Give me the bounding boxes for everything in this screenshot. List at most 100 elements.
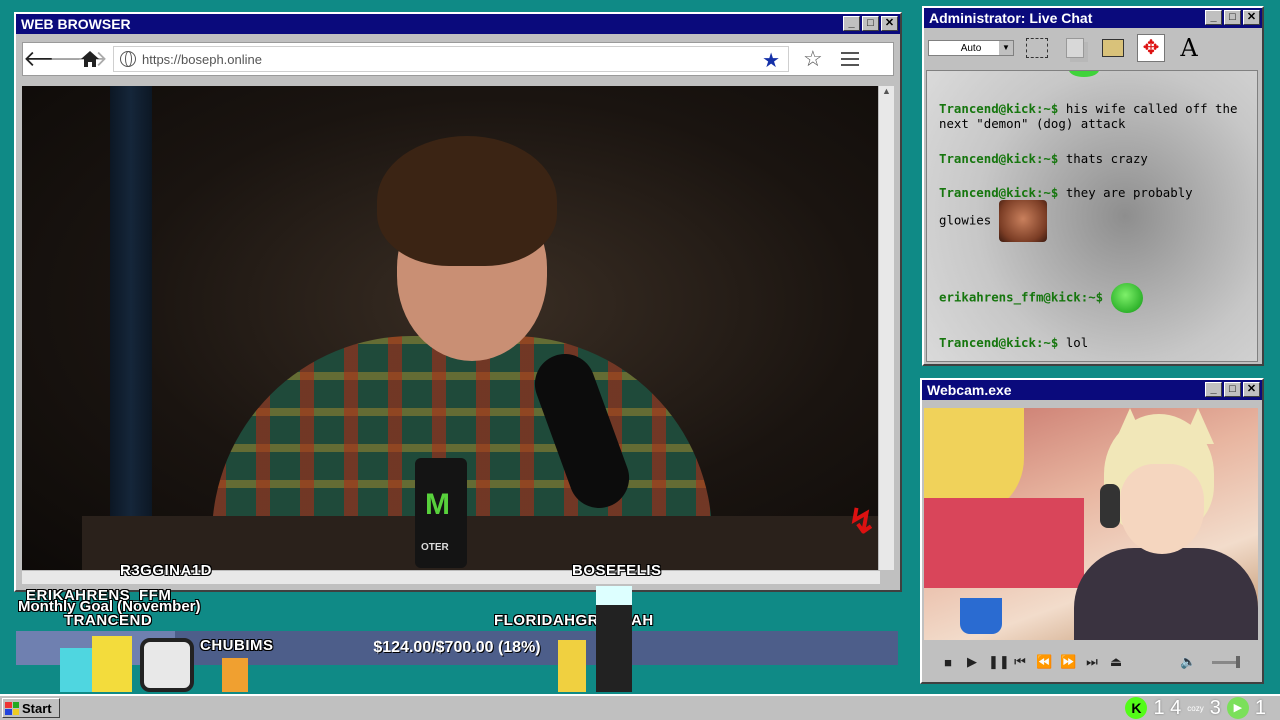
background-bed <box>924 498 1084 588</box>
start-button[interactable]: Start <box>2 698 60 718</box>
sprite-character <box>222 658 248 692</box>
chat-message: Trancend@kick:~$ lol <box>939 335 1251 350</box>
chat-message: erikahrens_ffm@kick:~$ <box>939 283 1251 313</box>
play-circle-icon[interactable]: ▶ <box>1226 697 1249 719</box>
copy-tool-button[interactable] <box>1060 33 1090 63</box>
viewer-count: 3 <box>1209 696 1221 719</box>
video-person-hair <box>377 136 557 266</box>
blue-mug <box>960 598 1002 634</box>
url-text: https://boseph.online <box>142 51 262 67</box>
sprite-character <box>92 636 132 692</box>
url-bar[interactable]: https://boseph.online ★ <box>113 46 789 72</box>
chat-username[interactable]: Trancend@kick:~$ <box>939 101 1058 116</box>
start-label: Start <box>22 700 52 716</box>
can-text: OTER <box>421 542 449 553</box>
avatar-body <box>1074 548 1258 640</box>
chevron-down-icon[interactable]: ▼ <box>999 41 1013 55</box>
globe-icon <box>120 51 136 67</box>
stop-icon[interactable]: ■ <box>940 655 956 670</box>
play-count: 1 <box>1254 696 1266 719</box>
chat-username[interactable]: Trancend@kick:~$ <box>939 335 1058 350</box>
windows-logo-icon <box>5 701 19 715</box>
bookmark-star-icon[interactable]: ☆ <box>803 46 823 72</box>
hamburger-menu-icon[interactable] <box>840 52 859 66</box>
viewer-name-label: R3GGINA1D <box>120 562 213 579</box>
webcam-titlebar[interactable]: Webcam.exe _ □ ✕ <box>922 380 1262 400</box>
laughing-face-emote-icon <box>998 200 1047 242</box>
media-controls: ■ ▶ ❚❚ ⏮ ⏪ ⏩ ⏭ ⏏ 🔈 <box>926 648 1256 676</box>
volume-slider[interactable] <box>1212 655 1240 668</box>
selection-icon <box>1026 38 1048 58</box>
taskbar: Start K 1 4 cozy 3 ▶ 1 <box>0 694 1280 720</box>
webcam-maximize-button[interactable]: □ <box>1224 382 1241 397</box>
sprite-character <box>596 586 632 692</box>
pepe-emote-icon <box>1110 283 1143 313</box>
vertical-scrollbar[interactable]: ▲ <box>878 86 894 570</box>
webcam-feed <box>924 408 1258 640</box>
fast-forward-icon[interactable]: ⏩ <box>1060 654 1076 670</box>
volume-icon[interactable]: 🔈 <box>1180 654 1196 670</box>
chat-messages[interactable]: Trancend@kick:~$ his wife called off the… <box>926 70 1258 362</box>
sprite-character <box>558 640 586 692</box>
chat-titlebar[interactable]: Administrator: Live Chat _ □ ✕ <box>924 8 1262 28</box>
font-size-select[interactable]: Auto ▼ <box>928 40 1014 56</box>
paste-tool-button[interactable] <box>1098 33 1128 63</box>
eject-icon[interactable]: ⏏ <box>1108 654 1124 670</box>
viewer-name-label: BOSEFELIS <box>572 562 662 579</box>
browser-title: WEB BROWSER <box>21 16 131 32</box>
webcam-window: Webcam.exe _ □ ✕ ■ ▶ ❚❚ ⏮ ⏪ ⏩ ⏭ ⏏ 🔈 <box>920 378 1264 684</box>
move-icon: ✥ <box>1137 34 1165 62</box>
home-icon[interactable] <box>75 46 105 72</box>
scroll-up-icon[interactable]: ▲ <box>879 86 894 102</box>
skip-forward-icon[interactable]: ⏭ <box>1084 654 1100 670</box>
webcam-close-button[interactable]: ✕ <box>1243 382 1260 397</box>
kick-count: 1 4 <box>1153 696 1182 719</box>
chat-minimize-button[interactable]: _ <box>1205 10 1222 25</box>
chat-close-button[interactable]: ✕ <box>1243 10 1260 25</box>
chat-title: Administrator: Live Chat <box>929 10 1093 26</box>
video-player[interactable]: M OTER ↯ <box>22 86 880 570</box>
browser-minimize-button[interactable]: _ <box>843 16 860 31</box>
pepe-emote-partial <box>1069 71 1099 77</box>
kick-icon[interactable]: K <box>1125 697 1148 719</box>
play-icon[interactable]: ▶ <box>964 654 980 670</box>
chat-text: lol <box>1065 335 1089 350</box>
paste-icon <box>1102 39 1124 57</box>
chat-username[interactable]: Trancend@kick:~$ <box>939 151 1058 166</box>
skip-back-icon[interactable]: ⏮ <box>1012 654 1028 670</box>
move-tool-button[interactable]: ✥ <box>1136 33 1166 63</box>
back-arrow-icon[interactable]: 🡐 <box>23 46 82 72</box>
font-size-value: Auto <box>960 42 982 54</box>
chat-maximize-button[interactable]: □ <box>1224 10 1241 25</box>
browser-window: WEB BROWSER _ □ ✕ 🡐 🡒 https://boseph.onl… <box>14 12 902 592</box>
pause-icon[interactable]: ❚❚ <box>988 654 1010 670</box>
rewind-icon[interactable]: ⏪ <box>1036 654 1052 670</box>
webcam-title: Webcam.exe <box>927 382 1012 398</box>
browser-nav-bar: 🡐 🡒 https://boseph.online ★ ☆ <box>22 42 894 76</box>
video-background-pillar <box>110 86 152 570</box>
video-energy-can: M OTER <box>415 458 467 568</box>
channel-logo-icon: ↯ <box>847 503 877 541</box>
copy-icon <box>1066 38 1084 58</box>
chat-username[interactable]: erikahrens_ffm@kick:~$ <box>939 290 1103 305</box>
system-tray: K 1 4 cozy 3 ▶ 1 <box>1125 696 1266 720</box>
chat-message: Trancend@kick:~$ thats crazy <box>939 151 1251 166</box>
avatar-headset <box>1100 484 1120 528</box>
select-tool-button[interactable] <box>1022 33 1052 63</box>
cozy-label: cozy <box>1187 703 1204 713</box>
viewer-name-label: TRANCEND <box>64 612 153 629</box>
webcam-minimize-button[interactable]: _ <box>1205 382 1222 397</box>
forward-arrow-icon[interactable]: 🡒 <box>49 46 108 72</box>
browser-maximize-button[interactable]: □ <box>862 16 879 31</box>
chat-username[interactable]: Trancend@kick:~$ <box>939 185 1058 200</box>
live-chat-window: Administrator: Live Chat _ □ ✕ Auto ▼ ✥ … <box>922 6 1264 366</box>
chat-text: thats crazy <box>1065 151 1148 166</box>
sprite-character <box>140 638 194 692</box>
font-tool-button[interactable]: A <box>1174 33 1204 63</box>
browser-titlebar[interactable]: WEB BROWSER _ □ ✕ <box>16 14 900 34</box>
bookmarked-star-icon[interactable]: ★ <box>762 48 780 73</box>
browser-close-button[interactable]: ✕ <box>881 16 898 31</box>
viewer-name-label: CHUBIMS <box>200 637 274 654</box>
can-logo-icon: M <box>425 488 450 521</box>
chat-toolbar: Auto ▼ ✥ A <box>924 28 1262 68</box>
